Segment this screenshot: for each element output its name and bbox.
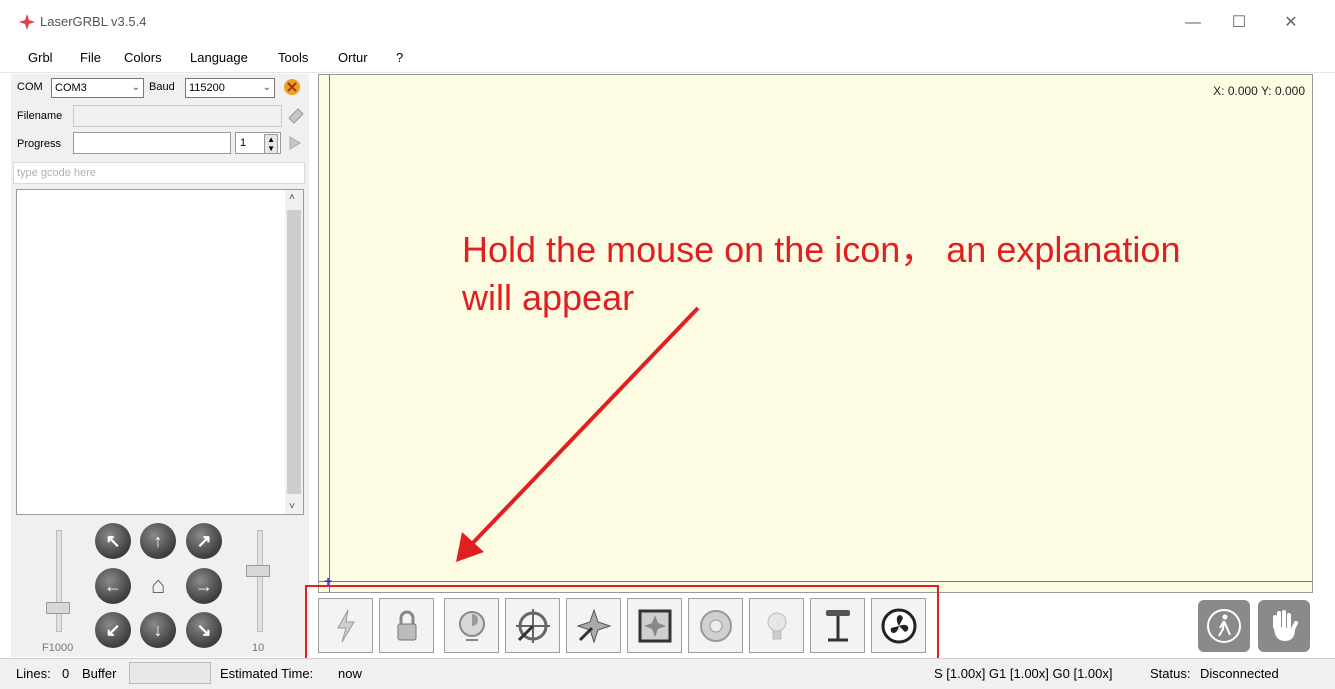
jog-down-right-button[interactable]: ↘ (186, 612, 222, 648)
lines-label: Lines: (16, 666, 51, 681)
unlock-icon (397, 610, 416, 640)
jog-down-button[interactable]: ↓ (140, 612, 176, 648)
annotation-line-1: Hold the mouse on the icon， an explanati… (462, 229, 1181, 270)
copies-stepper[interactable]: 1 ▲ ▼ (235, 132, 281, 154)
toolbar-button-laser[interactable] (749, 598, 804, 653)
app-logo-icon (19, 14, 35, 30)
annotation-arrow (456, 306, 700, 562)
toolbar-button-fan[interactable] (871, 598, 926, 653)
minimize-button[interactable]: — (1170, 8, 1216, 38)
scroll-down-icon[interactable]: ˅ (289, 501, 295, 512)
menu-help[interactable]: ? (396, 50, 403, 65)
com-port-value: COM3 (55, 82, 87, 94)
step-slider-track[interactable] (257, 530, 263, 632)
corner-icon (575, 607, 612, 644)
buffer-bar (129, 662, 211, 684)
run-program-icon[interactable] (286, 134, 304, 152)
scroll-up-icon[interactable]: ˄ (289, 192, 295, 203)
progress-bar (73, 132, 231, 154)
filename-field (73, 105, 282, 127)
stop-button[interactable] (1258, 600, 1310, 652)
center-icon (515, 608, 550, 643)
fan-icon (881, 608, 916, 643)
menu-bar: Grbl File Colors Language Tools Ortur ? (0, 46, 1335, 73)
stepper-arrows-icon[interactable]: ▲ ▼ (264, 134, 278, 154)
filename-label: Filename (17, 110, 63, 122)
focus-icon (699, 609, 732, 642)
menu-tools[interactable]: Tools (278, 50, 308, 65)
y-axis-line (329, 75, 330, 592)
buffer-label: Buffer (82, 666, 117, 681)
toolbar-button-grbl-reset[interactable] (318, 598, 373, 653)
estimated-time-label: Estimated Time: (220, 666, 314, 681)
baud-rate-select[interactable]: 115200 ⌄ (185, 78, 275, 98)
copies-value: 1 (240, 137, 247, 149)
stop-hand-icon (1273, 610, 1298, 641)
toolbar-button-focus[interactable] (688, 598, 743, 653)
console-log[interactable]: ˄ ˅ (16, 189, 304, 515)
homing-icon (458, 610, 485, 641)
connect-icon[interactable] (280, 76, 304, 98)
window-title: LaserGRBL v3.5.4 (40, 14, 147, 29)
close-button[interactable]: ✕ (1268, 8, 1314, 38)
home-icon[interactable]: ⌂ (140, 568, 176, 604)
toolbar-button-frame[interactable] (627, 598, 682, 653)
walk-icon (1207, 609, 1241, 643)
com-port-select[interactable]: COM3 ⌄ (51, 78, 144, 98)
com-label: COM (17, 81, 43, 93)
console-scrollbar[interactable]: ˄ ˅ (285, 190, 303, 514)
lines-count: 0 (62, 666, 70, 681)
feed-slider-track[interactable] (56, 530, 62, 632)
jog-down-left-button[interactable]: ↙ (95, 612, 131, 648)
jog-left-button[interactable]: ← (95, 568, 131, 604)
baud-label: Baud (149, 81, 175, 93)
menu-ortur[interactable]: Ortur (338, 50, 368, 65)
menu-file[interactable]: File (80, 50, 101, 65)
feed-slider-thumb[interactable] (46, 602, 70, 614)
grbl-reset-icon (336, 609, 355, 642)
override-status: S [1.00x] G1 [1.00x] G0 [1.00x] (934, 666, 1113, 681)
menu-grbl[interactable]: Grbl (28, 50, 53, 65)
maximize-button[interactable]: ☐ (1216, 8, 1262, 38)
toolbar-button-corner[interactable] (566, 598, 621, 653)
walk-mode-button[interactable] (1198, 600, 1250, 652)
z-probe-icon (825, 609, 850, 641)
toolbar-button-z-probe[interactable] (810, 598, 865, 653)
chevron-down-icon: ⌄ (131, 82, 140, 93)
laser-icon (767, 612, 786, 639)
jog-up-button[interactable]: ↑ (140, 523, 176, 559)
frame-icon (638, 609, 671, 642)
open-file-icon[interactable] (286, 106, 306, 126)
coordinates-readout: X: 0.000 Y: 0.000 (1213, 84, 1305, 98)
x-axis-line (319, 581, 1312, 582)
baud-rate-value: 115200 (189, 82, 225, 94)
status-label: Status: (1150, 666, 1191, 681)
title-bar: LaserGRBL v3.5.4 — ☐ ✕ (0, 0, 1335, 44)
jog-up-left-button[interactable]: ↖ (95, 523, 131, 559)
menu-colors[interactable]: Colors (124, 50, 162, 65)
jog-up-right-button[interactable]: ↗ (186, 523, 222, 559)
feed-label: F1000 (42, 642, 74, 654)
estimated-time-value: now (338, 666, 362, 681)
gcode-input[interactable]: type gcode here (13, 162, 305, 184)
progress-label: Progress (17, 138, 62, 150)
scroll-thumb[interactable] (287, 210, 301, 494)
toolbar-button-center[interactable] (505, 598, 560, 653)
connection-status: Disconnected (1200, 666, 1279, 681)
toolbar-button-unlock[interactable] (379, 598, 434, 653)
chevron-down-icon: ⌄ (262, 82, 271, 93)
menu-language[interactable]: Language (190, 50, 248, 65)
toolbar-button-homing[interactable] (444, 598, 499, 653)
step-slider-thumb[interactable] (246, 565, 270, 577)
step-label: 10 (252, 642, 265, 654)
jog-right-button[interactable]: → (186, 568, 222, 604)
